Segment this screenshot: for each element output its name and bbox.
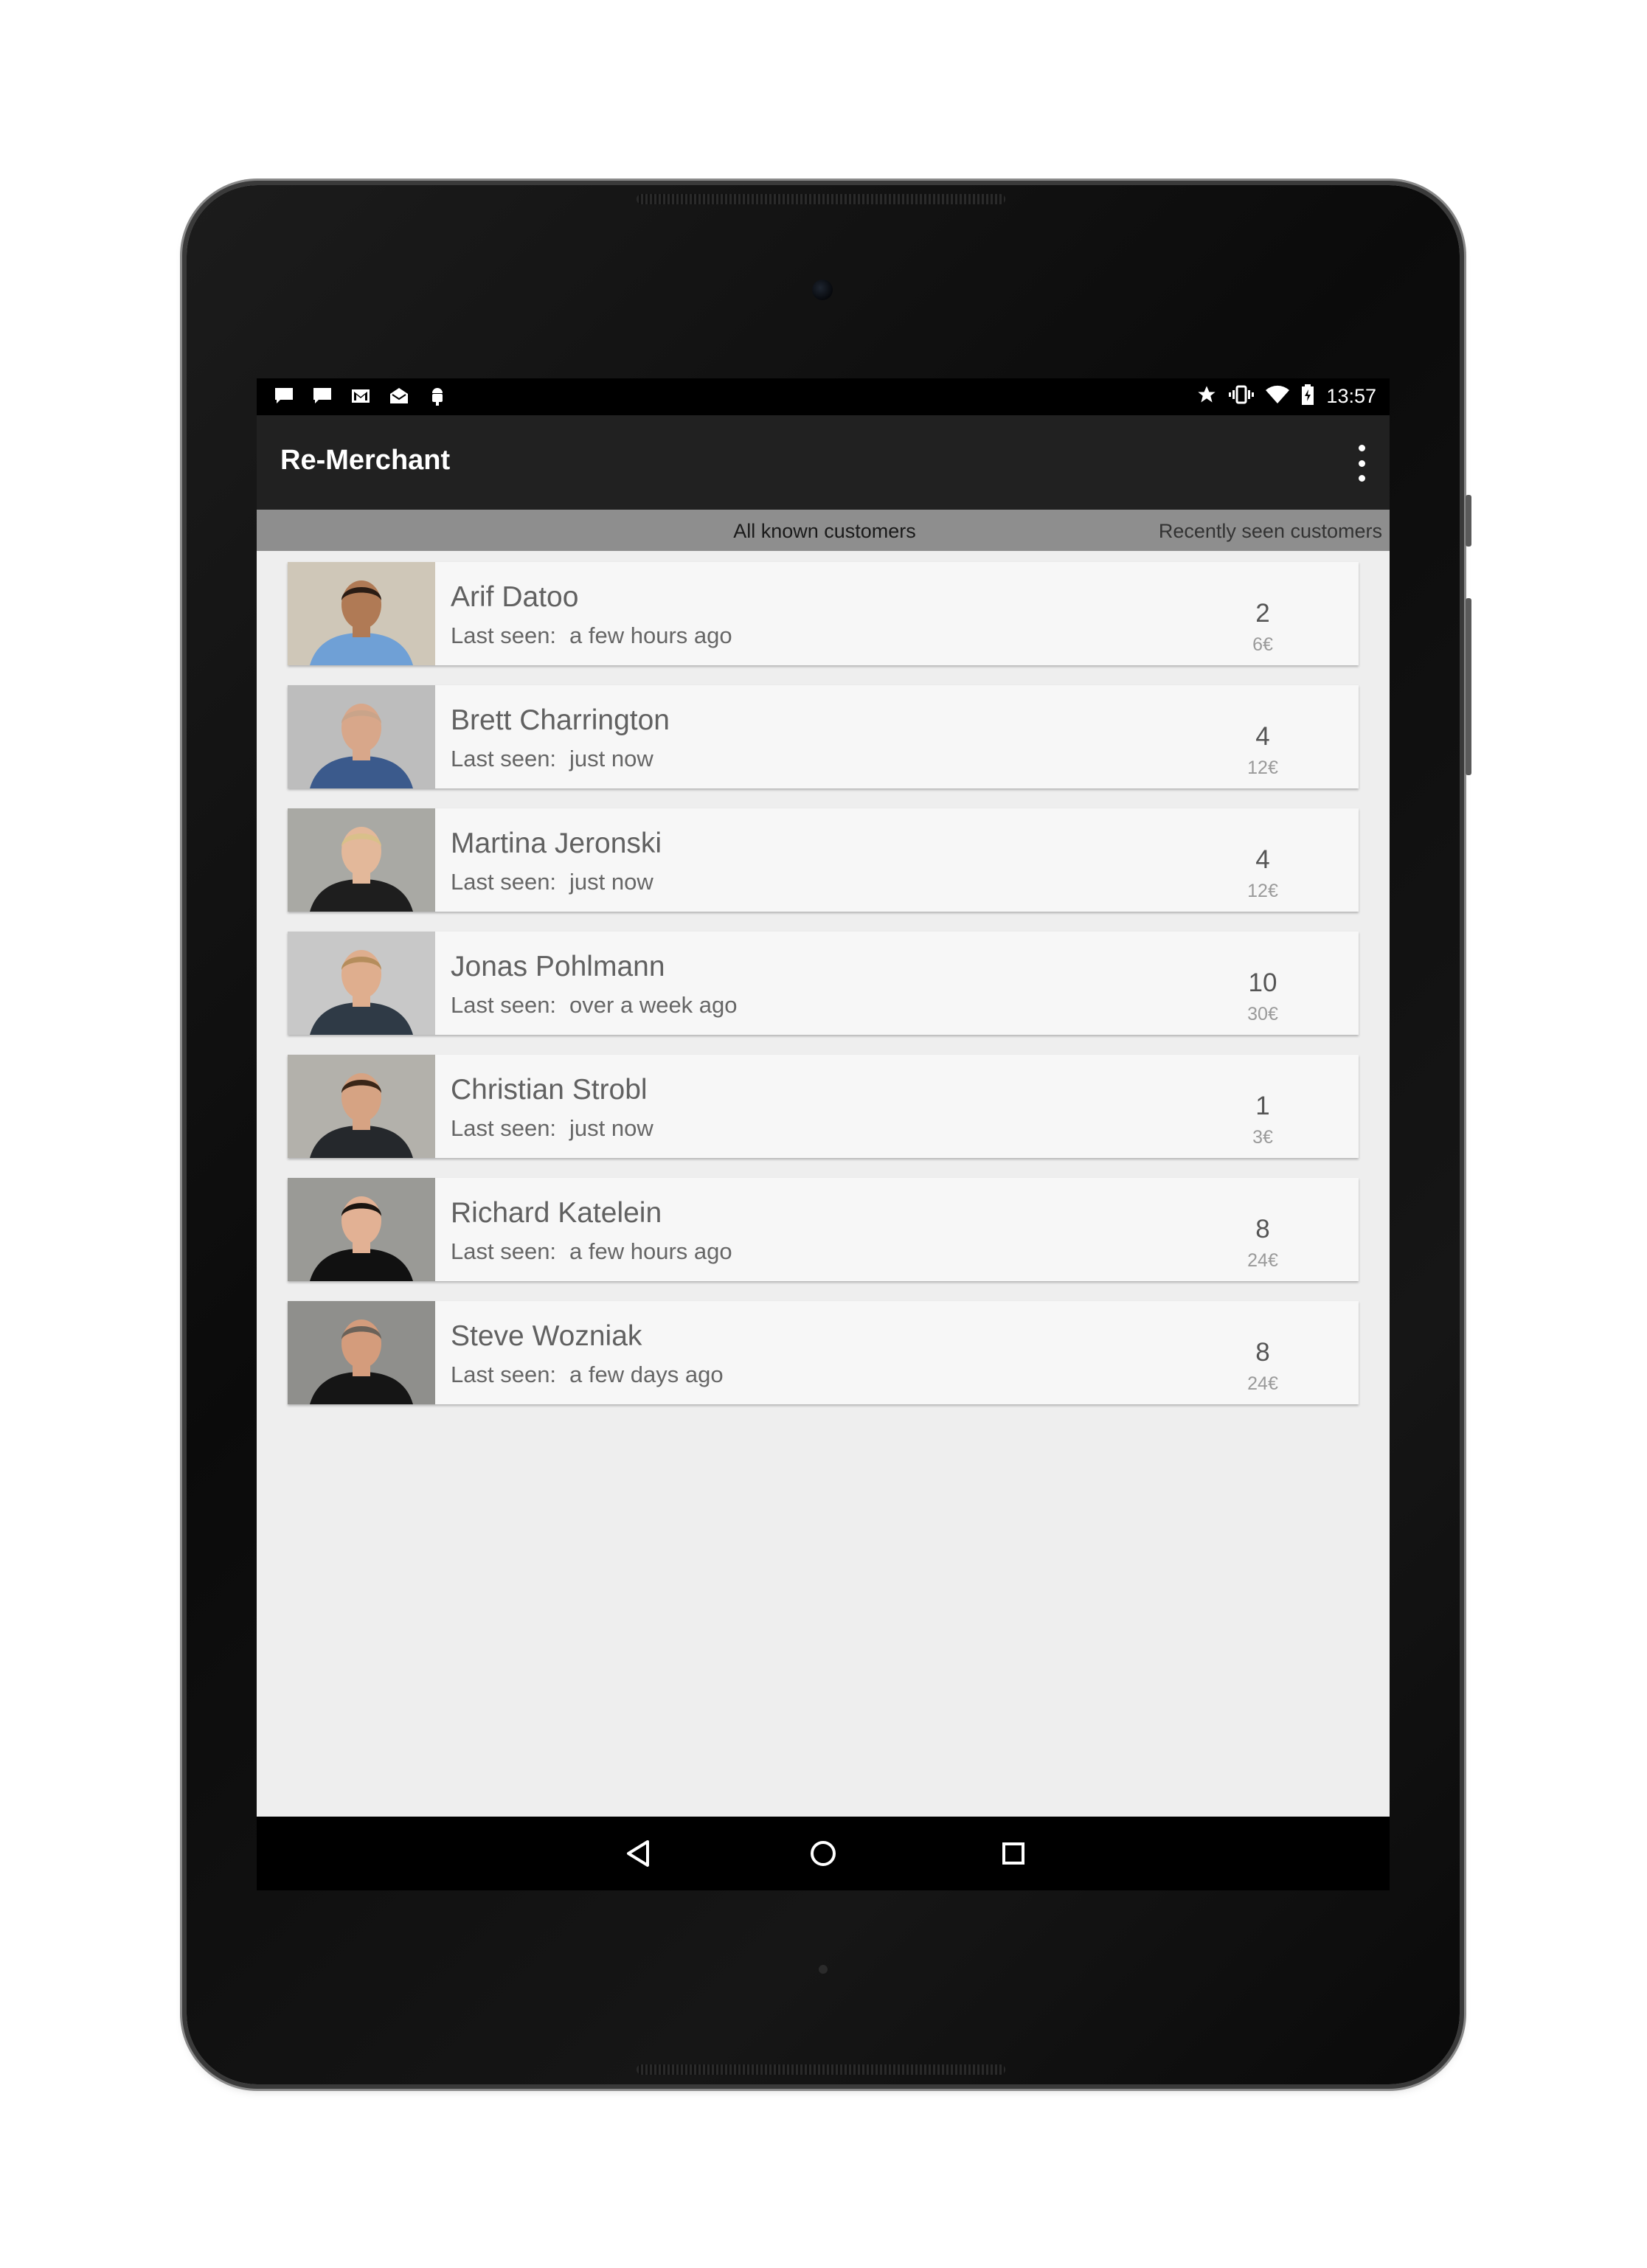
customer-name: Jonas Pohlmann [451,951,665,982]
star-icon [1196,384,1217,409]
visit-count: 10 [1248,968,1277,997]
customer-card[interactable]: Christian Strobl Last seen: just now 1 3€ [288,1055,1359,1158]
visit-count: 4 [1255,722,1270,751]
customer-card[interactable]: Brett Charrington Last seen: just now 4 1… [288,685,1359,788]
last-seen-value: just now [569,869,653,895]
app-bar: Re-Merchant [257,415,1390,510]
vibrate-icon [1229,384,1255,409]
customer-card[interactable]: Martina Jeronski Last seen: just now 4 12… [288,808,1359,912]
wifi-icon [1266,385,1290,408]
customer-avatar [288,1301,435,1404]
spent-amount: 24€ [1247,1373,1278,1394]
last-seen-value: just now [569,1115,653,1141]
front-camera [812,280,833,300]
last-seen: Last seen: a few hours ago [451,1238,732,1265]
last-seen-label: Last seen: [451,623,557,648]
spent-amount: 24€ [1247,1250,1278,1271]
navigation-bar [257,1817,1390,1890]
customer-card[interactable]: Arif Datoo Last seen: a few hours ago 2 6… [288,562,1359,665]
last-seen-value: just now [569,746,653,771]
visit-count: 2 [1255,599,1270,628]
last-seen-label: Last seen: [451,869,557,895]
chat-icon [311,386,333,406]
customer-avatar [288,685,435,788]
clock: 13:57 [1326,385,1376,407]
app-title: Re-Merchant [280,445,451,476]
last-seen-value: a few days ago [569,1362,724,1387]
recents-icon[interactable] [994,1834,1033,1873]
android-icon [426,386,448,406]
screen: 13:57 Re-Merchant All known customers Re… [257,378,1390,1890]
volume-button [1466,598,1471,775]
customer-avatar [288,932,435,1035]
gmail-icon [350,386,372,406]
last-seen-value: over a week ago [569,992,738,1018]
spent-amount: 12€ [1247,881,1278,901]
visit-count: 8 [1255,1338,1270,1367]
last-seen-label: Last seen: [451,1238,557,1264]
last-seen-label: Last seen: [451,992,557,1018]
power-button [1466,495,1471,547]
overflow-menu-icon[interactable] [1354,445,1369,482]
customer-name: Steve Wozniak [451,1320,642,1352]
last-seen-label: Last seen: [451,1362,557,1387]
system-icons: 13:57 [1196,384,1376,409]
last-seen-label: Last seen: [451,1115,557,1141]
customer-card[interactable]: Richard Katelein Last seen: a few hours a… [288,1178,1359,1281]
customer-avatar [288,1178,435,1281]
tab-bar: All known customers Recently seen custom… [257,510,1390,551]
notification-icons [273,386,448,406]
tab-all-known-customers[interactable]: All known customers [699,520,950,543]
spent-amount: 30€ [1247,1004,1278,1024]
status-bar: 13:57 [257,378,1390,415]
last-seen-label: Last seen: [451,746,557,771]
light-sensor [819,1965,828,1974]
last-seen: Last seen: just now [451,1115,653,1142]
customer-name: Martina Jeronski [451,828,662,859]
spent-amount: 6€ [1252,634,1273,655]
last-seen: Last seen: a few hours ago [451,623,732,649]
customer-list: Arif Datoo Last seen: a few hours ago 2 6… [288,562,1359,1424]
spent-amount: 12€ [1247,757,1278,778]
customer-card[interactable]: Steve Wozniak Last seen: a few days ago 8… [288,1301,1359,1404]
speaker-top [637,194,1005,204]
last-seen-value: a few hours ago [569,623,732,648]
customer-avatar [288,808,435,912]
customer-avatar [288,1055,435,1158]
last-seen: Last seen: a few days ago [451,1362,724,1388]
customer-name: Brett Charrington [451,704,670,736]
customer-name: Richard Katelein [451,1197,662,1229]
customer-card[interactable]: Jonas Pohlmann Last seen: over a week ago… [288,932,1359,1035]
last-seen: Last seen: over a week ago [451,992,738,1019]
back-icon[interactable] [620,1834,658,1873]
visit-count: 8 [1255,1215,1270,1244]
home-icon[interactable] [804,1834,842,1873]
tab-recently-seen-customers[interactable]: Recently seen customers [1159,520,1382,543]
battery-charging-icon [1301,384,1314,409]
visit-count: 4 [1255,845,1270,874]
spent-amount: 3€ [1252,1127,1273,1148]
speaker-bottom [637,2064,1005,2075]
customer-name: Christian Strobl [451,1074,648,1106]
last-seen: Last seen: just now [451,869,653,895]
last-seen: Last seen: just now [451,746,653,772]
customer-name: Arif Datoo [451,581,579,613]
customer-avatar [288,562,435,665]
visit-count: 1 [1255,1092,1270,1120]
chat-icon [273,386,295,406]
last-seen-value: a few hours ago [569,1238,732,1264]
mail-icon [388,386,410,406]
